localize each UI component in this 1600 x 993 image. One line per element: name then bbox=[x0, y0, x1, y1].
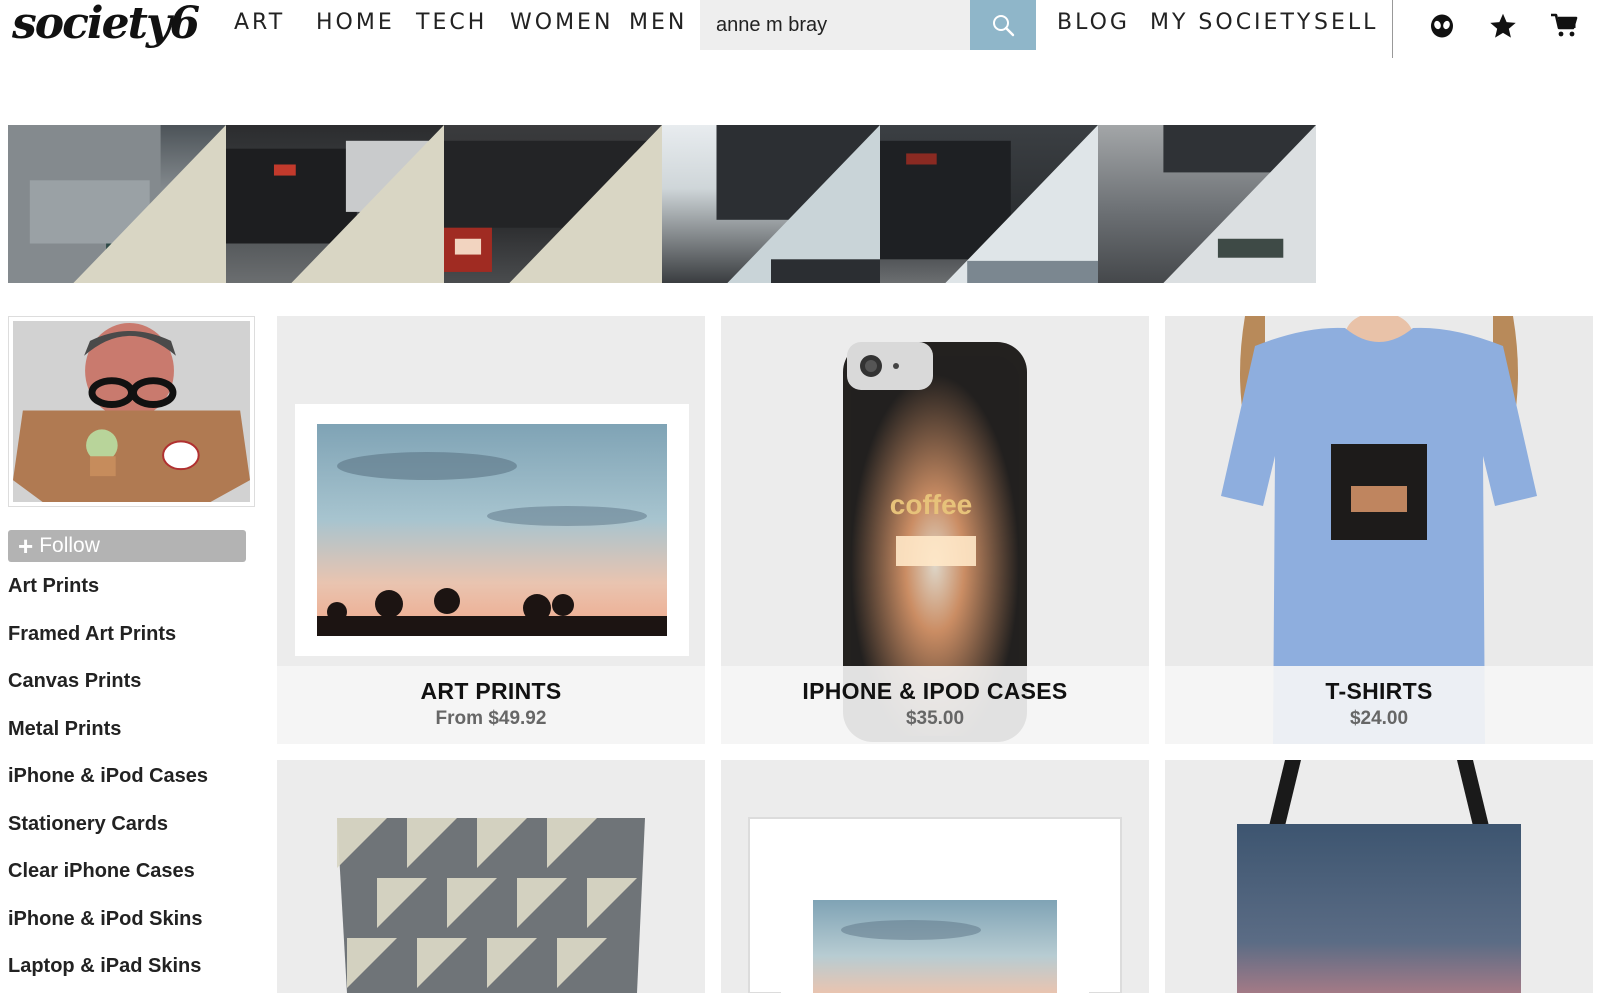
sidebar-item-laptop-ipad-skins[interactable]: Laptop & iPad Skins bbox=[8, 955, 208, 993]
star-icon[interactable] bbox=[1489, 12, 1517, 40]
nav-my-society[interactable]: MY SOCIETY bbox=[1150, 10, 1313, 35]
banner-tile bbox=[226, 125, 444, 283]
nav-art[interactable]: ART bbox=[234, 10, 285, 35]
banner-tile bbox=[880, 125, 1098, 283]
product-title: T-SHIRTS bbox=[1325, 678, 1433, 704]
follow-button[interactable]: + Follow bbox=[8, 530, 246, 562]
product-card-art-prints[interactable]: ART PRINTS From $49.92 bbox=[277, 316, 705, 744]
sidebar-item-iphone-ipod-cases[interactable]: iPhone & iPod Cases bbox=[8, 765, 208, 813]
avatar-image bbox=[13, 321, 250, 502]
product-card-t-shirts[interactable]: T-SHIRTS $24.00 bbox=[1165, 316, 1593, 744]
product-card-pillow[interactable] bbox=[277, 760, 705, 993]
product-card-framed-print[interactable] bbox=[721, 760, 1149, 993]
sidebar-item-clear-iphone-cases[interactable]: Clear iPhone Cases bbox=[8, 860, 208, 908]
nav-home[interactable]: HOME bbox=[316, 10, 395, 35]
cart-icon[interactable] bbox=[1550, 12, 1578, 40]
nav-women[interactable]: WOMEN bbox=[510, 10, 613, 35]
nav-tech[interactable]: TECH bbox=[416, 10, 487, 35]
banner-tile bbox=[662, 125, 880, 283]
sidebar-item-art-prints[interactable]: Art Prints bbox=[8, 575, 208, 623]
sidebar-item-canvas-prints[interactable]: Canvas Prints bbox=[8, 670, 208, 718]
search-icon bbox=[993, 15, 1015, 37]
tote-bag-image bbox=[1165, 760, 1593, 993]
nav-men[interactable]: MEN bbox=[629, 10, 687, 35]
product-title: ART PRINTS bbox=[420, 678, 562, 704]
product-card-caption: IPHONE & IPOD CASES $35.00 bbox=[721, 666, 1149, 744]
banner-tile bbox=[8, 125, 226, 283]
product-price: $24.00 bbox=[1349, 708, 1409, 729]
follow-label: Follow bbox=[39, 534, 100, 557]
pillow-image bbox=[277, 760, 705, 993]
product-card-caption: ART PRINTS From $49.92 bbox=[277, 666, 705, 744]
product-price: $35.00 bbox=[905, 708, 965, 729]
product-category-list: Art Prints Framed Art Prints Canvas Prin… bbox=[8, 575, 208, 993]
product-card-caption: T-SHIRTS $24.00 bbox=[1165, 666, 1593, 744]
sidebar-item-stationery-cards[interactable]: Stationery Cards bbox=[8, 813, 208, 861]
profile-banner bbox=[8, 125, 1316, 283]
nav-blog[interactable]: BLOG bbox=[1057, 10, 1130, 35]
sidebar-item-framed-art-prints[interactable]: Framed Art Prints bbox=[8, 623, 208, 671]
search-input[interactable] bbox=[700, 0, 970, 50]
plus-icon: + bbox=[18, 531, 34, 561]
phone-case-art-text: coffee bbox=[890, 489, 972, 520]
banner-tile bbox=[1098, 125, 1316, 283]
nav-sell[interactable]: SELL bbox=[1314, 10, 1378, 35]
product-price: From $49.92 bbox=[435, 708, 547, 729]
banner-tile bbox=[444, 125, 662, 283]
alien-icon[interactable] bbox=[1428, 12, 1456, 40]
product-card-iphone-cases[interactable]: coffee IPHONE & IPOD CASES $35.00 bbox=[721, 316, 1149, 744]
search-button[interactable] bbox=[970, 0, 1036, 50]
sidebar-item-metal-prints[interactable]: Metal Prints bbox=[8, 718, 208, 766]
header-divider bbox=[1392, 0, 1393, 58]
sidebar-item-iphone-ipod-skins[interactable]: iPhone & iPod Skins bbox=[8, 908, 208, 956]
framed-print-image bbox=[721, 760, 1149, 993]
product-title: IPHONE & IPOD CASES bbox=[802, 678, 1068, 704]
product-card-tote-bag[interactable] bbox=[1165, 760, 1593, 993]
society6-logo[interactable]: society6 bbox=[12, 0, 200, 52]
profile-avatar[interactable] bbox=[8, 316, 255, 507]
